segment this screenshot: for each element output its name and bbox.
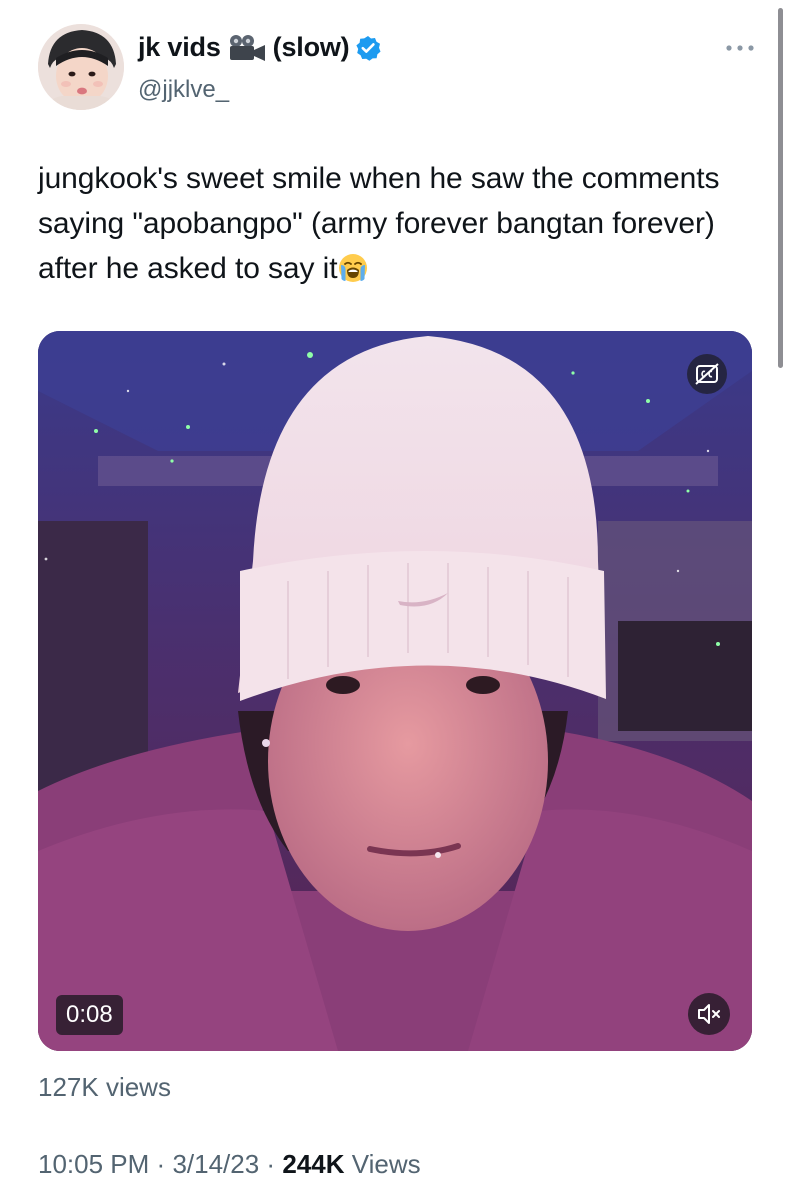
author-name-row[interactable]: jk vids (slow) bbox=[138, 32, 381, 63]
tweet-metadata: 10:05 PM · 3/14/23 · 244K Views bbox=[38, 1149, 421, 1180]
display-name-suffix[interactable]: (slow) bbox=[273, 32, 350, 63]
video-player[interactable]: 0:08 bbox=[38, 331, 752, 1051]
closed-captions-off-icon[interactable] bbox=[687, 354, 727, 394]
video-view-count: 127K views bbox=[38, 1072, 171, 1102]
display-name[interactable]: jk vids bbox=[138, 32, 221, 63]
scrollbar[interactable] bbox=[778, 8, 783, 368]
tweet-time[interactable]: 10:05 PM bbox=[38, 1149, 149, 1179]
meta-separator: · bbox=[156, 1149, 166, 1179]
tweet-date[interactable]: 3/14/23 bbox=[172, 1149, 259, 1179]
author-handle[interactable]: @jjklve_ bbox=[138, 76, 229, 104]
video-frame bbox=[38, 331, 752, 1051]
tweet-view-count[interactable]: 244K bbox=[282, 1149, 344, 1179]
loudly-crying-face-emoji bbox=[337, 252, 369, 284]
avatar[interactable] bbox=[38, 24, 124, 110]
tweet-body: jungkook's sweet smile when he saw the c… bbox=[38, 162, 720, 285]
movie-camera-icon bbox=[227, 34, 267, 62]
verified-badge-icon bbox=[355, 35, 381, 61]
tweet-text: jungkook's sweet smile when he saw the c… bbox=[38, 156, 758, 291]
meta-separator: · bbox=[266, 1149, 276, 1179]
tweet-header: jk vids (slow) @jjklve_ bbox=[38, 24, 758, 114]
views-label: Views bbox=[351, 1149, 421, 1179]
speaker-muted-icon[interactable] bbox=[688, 993, 730, 1035]
more-options-icon[interactable] bbox=[722, 38, 758, 58]
video-timestamp: 0:08 bbox=[56, 995, 123, 1035]
